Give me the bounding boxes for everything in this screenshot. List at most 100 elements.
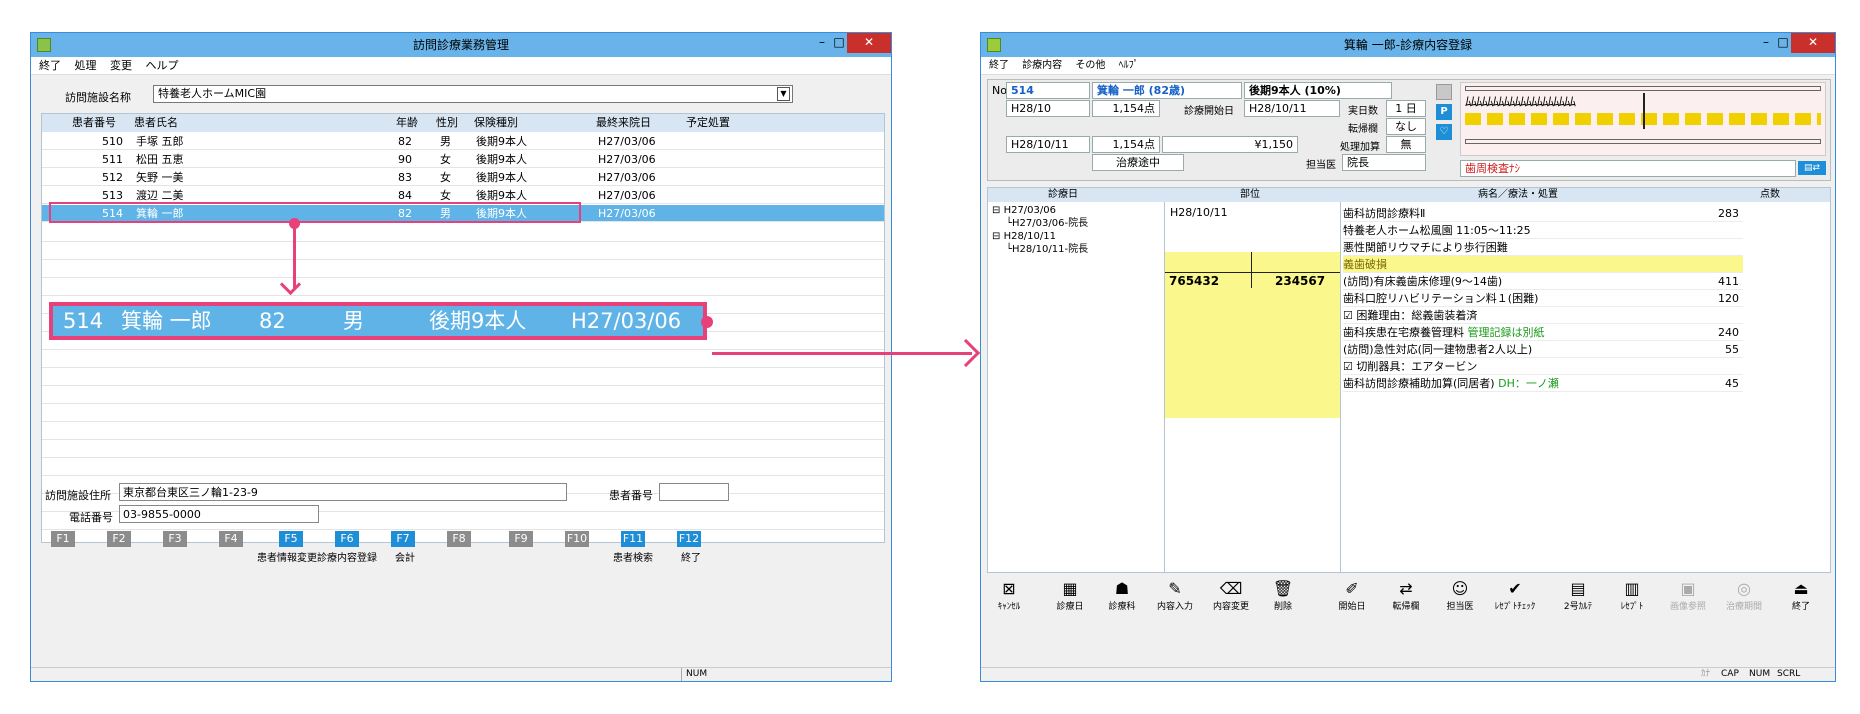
treatment-date-button[interactable]: ▦ 診療日: [1045, 579, 1095, 612]
doctor-button[interactable]: ☺ 担当医: [1435, 579, 1485, 612]
print-icon[interactable]: [1436, 84, 1452, 100]
menu-other[interactable]: その他: [1075, 60, 1105, 71]
image-ref-button[interactable]: ▣ 画像参照: [1661, 579, 1715, 612]
detail-row[interactable]: 歯科訪問診療料Ⅱ 283: [1343, 205, 1743, 222]
col-patient-no[interactable]: 患者番号: [72, 114, 116, 132]
col-treatment-date[interactable]: 診療日: [1048, 188, 1078, 202]
phone-field[interactable]: [119, 505, 319, 523]
detail-text: ☑ 困難理由：総義歯装着済: [1343, 309, 1478, 322]
content-edit-button[interactable]: ⌫ 内容変更: [1203, 579, 1259, 612]
f10-key[interactable]: F10: [565, 531, 589, 547]
transfer-value[interactable]: なし: [1386, 118, 1426, 135]
minimize-icon[interactable]: –: [813, 33, 831, 53]
menu-help[interactable]: ﾍﾙﾌﾟ: [1119, 60, 1139, 71]
f7-key[interactable]: F7: [391, 531, 415, 547]
detail-row[interactable]: 義歯破損: [1343, 256, 1743, 273]
tree-leaf[interactable]: └H28/10/11-院長: [992, 243, 1162, 256]
menu-change[interactable]: 変更: [110, 59, 132, 72]
zoom-insurance: 後期9本人: [429, 309, 527, 333]
f4-key[interactable]: F4: [219, 531, 243, 547]
tooth-icon[interactable]: ♡: [1436, 124, 1452, 140]
site-v-line: [1251, 252, 1252, 288]
detail-row[interactable]: 歯科口腔リハビリテーション料１(困難) 120: [1343, 290, 1743, 307]
col-patient-name[interactable]: 患者氏名: [134, 114, 178, 132]
cell-age: 90: [398, 153, 412, 166]
chart2-button[interactable]: ▤ 2号ｶﾙﾃ: [1553, 579, 1603, 612]
maximize-icon[interactable]: □: [831, 33, 847, 53]
p-badge-icon[interactable]: P: [1436, 104, 1452, 120]
period-button[interactable]: ◎ 治療期間: [1717, 579, 1771, 612]
f3-key[interactable]: F3: [163, 531, 187, 547]
menu-exit[interactable]: 終了: [989, 60, 1009, 71]
table-row[interactable]: 510 手塚 五郎 82 男 後期9本人 H27/03/06: [42, 133, 884, 150]
detail-row[interactable]: (訪問)急性対応(同一建物患者2人以上) 55: [1343, 341, 1743, 358]
menu-process[interactable]: 処理: [75, 59, 97, 72]
perio-check: 歯周検査ﾅｼ: [1460, 160, 1796, 177]
detail-row[interactable]: 歯科疾患在宅療養管理料 管理記録は別紙 240: [1343, 324, 1743, 341]
detail-row[interactable]: (訪問)有床義歯床修理(9～14歯) 411: [1343, 273, 1743, 290]
f12-key[interactable]: F12: [677, 531, 701, 547]
col-sex[interactable]: 性別: [436, 114, 458, 132]
receipt-check-button[interactable]: ✔ ﾚｾﾌﾟﾄﾁｪｯｸ: [1487, 579, 1543, 612]
maximize-icon[interactable]: □: [1775, 33, 1791, 53]
menu-treatment[interactable]: 診療内容: [1022, 60, 1062, 71]
facility-select[interactable]: 特養老人ホームMIC園 ▼: [153, 85, 793, 103]
tree-node[interactable]: ⊟ H27/03/06: [992, 204, 1162, 217]
treatment-date: H28/10/11: [1006, 136, 1090, 153]
facility-label: 訪問施設名称: [65, 91, 131, 104]
f6-key[interactable]: F6: [335, 531, 359, 547]
delete-button[interactable]: 🗑 削除: [1261, 579, 1305, 612]
detail-row[interactable]: 悪性関節リウマチにより歩行困難: [1343, 239, 1743, 256]
col-insurance[interactable]: 保険種別: [474, 114, 518, 132]
receipt-button[interactable]: ▥ ﾚｾﾌﾟﾄ: [1607, 579, 1657, 612]
patient-no-field[interactable]: [659, 483, 729, 501]
f2-key[interactable]: F2: [107, 531, 131, 547]
chart2-label: 2号ｶﾙﾃ: [1563, 602, 1593, 612]
table-row[interactable]: 512 矢野 一美 83 女 後期9本人 H27/03/06: [42, 169, 884, 186]
department-button[interactable]: ☗ 診療科: [1097, 579, 1147, 612]
cell-no: 510: [102, 135, 123, 148]
col-site[interactable]: 部位: [1240, 188, 1260, 202]
content-input-button[interactable]: ✎ 内容入力: [1147, 579, 1203, 612]
detail-row[interactable]: ☑ 切削器具：エアタービン: [1343, 358, 1743, 375]
col-age[interactable]: 年齢: [396, 114, 418, 132]
days-value[interactable]: 1 日: [1386, 100, 1426, 117]
f6-label: 診療内容登録: [317, 553, 377, 564]
image-ref-label: 画像参照: [1669, 602, 1706, 612]
f9-key[interactable]: F9: [509, 531, 533, 547]
chart-icon: ▤: [1570, 579, 1586, 598]
close-icon[interactable]: ✕: [1791, 33, 1835, 53]
chart-toggle-icon[interactable]: ▤⇄: [1798, 161, 1826, 175]
cancel-button[interactable]: ⊠ ｷｬﾝｾﾙ: [987, 579, 1031, 612]
col-diagnosis[interactable]: 病名／療法・処置: [1478, 188, 1558, 202]
start-date-button[interactable]: ✐ 開始日: [1327, 579, 1377, 612]
start-date[interactable]: H28/10/11: [1244, 100, 1340, 117]
menu-help[interactable]: ヘルプ: [146, 59, 179, 72]
table-row[interactable]: 511 松田 五恵 90 女 後期9本人 H27/03/06: [42, 151, 884, 168]
transition-line: [712, 352, 972, 355]
transfer-button[interactable]: ⇄ 転帰欄: [1381, 579, 1431, 612]
dropdown-arrow-icon[interactable]: ▼: [777, 87, 790, 101]
menu-exit[interactable]: 終了: [39, 59, 61, 72]
doctor-btn-label: 担当医: [1446, 602, 1474, 612]
col-last-visit[interactable]: 最終来院日: [596, 114, 651, 132]
tree-leaf[interactable]: └H27/03/06-院長: [992, 217, 1162, 230]
address-field[interactable]: [119, 483, 567, 501]
minimize-icon[interactable]: –: [1757, 33, 1775, 53]
tree-node[interactable]: ⊟ H28/10/11: [992, 230, 1162, 243]
f11-key[interactable]: F11: [621, 531, 645, 547]
detail-row[interactable]: 特養老人ホーム松風園 11:05～11:25: [1343, 222, 1743, 239]
f1-key[interactable]: F1: [51, 531, 75, 547]
close-icon[interactable]: ✕: [847, 33, 891, 53]
col-points[interactable]: 点数: [1760, 188, 1780, 202]
col-scheduled[interactable]: 予定処置: [686, 114, 730, 132]
exit-button[interactable]: ⏏ 終了: [1779, 579, 1823, 612]
dental-chart[interactable]: ﾑﾑﾑﾑﾑﾑﾑﾑﾑﾑﾑﾑﾑﾑﾑﾑﾑﾑﾑﾑ: [1460, 82, 1826, 156]
f5-key[interactable]: F5: [279, 531, 303, 547]
tooth-site-block[interactable]: 765432 234567: [1165, 252, 1340, 418]
detail-row[interactable]: 歯科訪問診療補助加算(同居者) DH：一ノ瀬 45: [1343, 375, 1743, 392]
doctor-value[interactable]: 院長: [1342, 154, 1426, 171]
f8-key[interactable]: F8: [447, 531, 471, 547]
proc-value[interactable]: 無: [1386, 136, 1426, 153]
detail-row[interactable]: ☑ 困難理由：総義歯装着済: [1343, 307, 1743, 324]
